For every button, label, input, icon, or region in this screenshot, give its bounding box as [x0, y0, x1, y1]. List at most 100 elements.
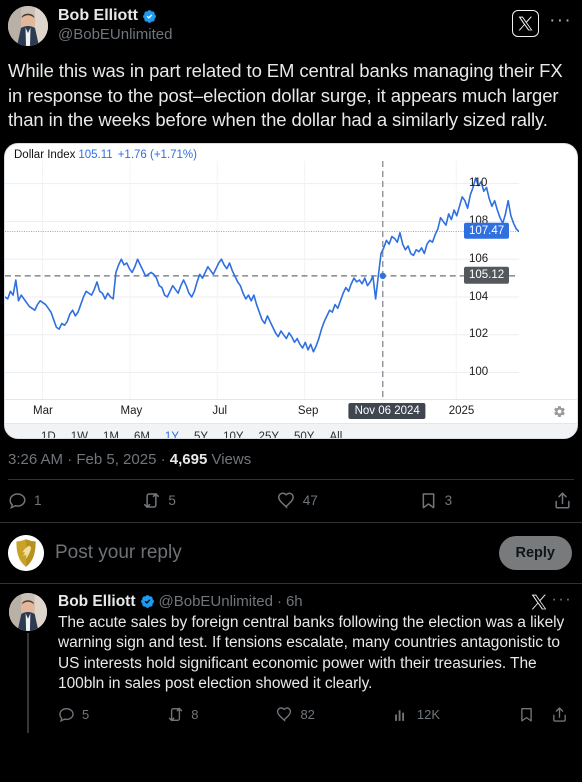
thread-connector-line: [27, 632, 29, 733]
reply-like-count: 82: [300, 707, 315, 722]
chart-title-row: Dollar Index 105.11 +1.76 (+1.71%): [5, 144, 577, 161]
range-button-1y[interactable]: 1Y: [165, 431, 179, 438]
bookmark-button[interactable]: 3: [419, 491, 453, 510]
composer-avatar[interactable]: [8, 534, 44, 571]
reply-count: 1: [34, 493, 42, 508]
reply-text: The acute sales by foreign central banks…: [58, 613, 565, 693]
gold-shield-avatar: [8, 534, 44, 571]
y-axis: 100 102 104 106 108 110 107.47 105.12: [461, 161, 519, 399]
x-axis: Mar May Jul Sep Nov 06 2024 2025: [5, 398, 577, 423]
heart-icon: [277, 492, 294, 509]
x-axis-tick-label: Jul: [212, 404, 228, 417]
views-count: 4,695: [169, 450, 208, 468]
reply-avatar-column: [8, 592, 48, 733]
reply-handle[interactable]: @BobEUnlimited: [159, 593, 273, 610]
avatar-image: [8, 6, 48, 46]
range-button-6m[interactable]: 6M: [134, 431, 150, 438]
views-label: Views: [207, 450, 252, 468]
x-axis-tick-label: May: [120, 404, 143, 417]
x-axis-tick-label: 2025: [448, 404, 475, 417]
price-line-chart: [5, 160, 519, 399]
reply-separator: ·: [276, 593, 282, 610]
bookmark-icon: [521, 708, 532, 722]
reply-body: Bob Elliott @BobEUnlimited · 6h ··· The …: [58, 590, 572, 733]
retweet-count: 5: [168, 493, 176, 508]
gear-icon[interactable]: [553, 405, 566, 418]
display-name[interactable]: Bob Elliott: [58, 7, 138, 25]
x-axis-highlight-label: Nov 06 2024: [348, 402, 426, 419]
share-icon: [555, 492, 570, 509]
reply-display-name[interactable]: Bob Elliott: [58, 593, 136, 611]
y-axis-tick-label: 106: [469, 252, 489, 265]
range-button-10y[interactable]: 10Y: [223, 431, 243, 438]
reply-avatar[interactable]: [9, 592, 47, 631]
reply-icon: [59, 708, 74, 723]
reply-avatar-image: [9, 592, 47, 631]
reply-submit-button[interactable]: Reply: [498, 535, 572, 570]
reply-like-button[interactable]: 82: [276, 706, 315, 723]
y-axis-tick-label: 102: [469, 328, 489, 341]
reply-retweet-count: 8: [191, 707, 199, 722]
y-axis-tick-label: 104: [469, 290, 489, 303]
x-logo-button[interactable]: [512, 10, 540, 37]
y-axis-tick-label: 100: [469, 366, 489, 379]
header-actions: ···: [512, 6, 572, 37]
like-count: 47: [302, 493, 318, 508]
post-header: Bob Elliott @BobEUnlimited ···: [0, 0, 582, 52]
last-price-badge: 107.47: [464, 222, 510, 240]
range-button-25y[interactable]: 25Y: [259, 431, 279, 438]
reply-post: Bob Elliott @BobEUnlimited · 6h ··· The …: [0, 584, 582, 733]
chart-plot-area[interactable]: 100 102 104 106 108 110 107.47 105.12: [5, 160, 519, 399]
chart-change: +1.76 (+1.71%): [117, 148, 197, 161]
marker-price-badge: 105.12: [464, 267, 510, 284]
reply-views-button[interactable]: 12K: [393, 706, 440, 723]
chart-title: Dollar Index: [14, 148, 76, 161]
range-button-50y[interactable]: 50Y: [294, 431, 314, 438]
reply-composer[interactable]: Post your reply Reply: [0, 521, 582, 584]
name-row: Bob Elliott: [58, 7, 512, 25]
y-axis-tick-label: 110: [469, 177, 488, 190]
chart-card[interactable]: Dollar Index 105.11 +1.76 (+1.71%) 100 102 1…: [4, 142, 578, 439]
more-options-icon[interactable]: ···: [549, 11, 572, 32]
chart-quote: 105.11: [78, 148, 113, 161]
retweet-icon: [144, 493, 160, 508]
tweet-detail-page: Bob Elliott @BobEUnlimited ··· While thi…: [0, 0, 582, 782]
reply-input[interactable]: Post your reply: [55, 542, 488, 564]
reply-reply-button[interactable]: 5: [58, 706, 89, 723]
range-button-1w[interactable]: 1W: [71, 431, 88, 438]
reply-icon: [9, 493, 26, 510]
reply-timestamp: 6h: [285, 593, 303, 610]
user-handle[interactable]: @BobEUnlimited: [58, 26, 512, 43]
post-text: While this was in part related to EM cen…: [8, 60, 563, 130]
range-button-1d[interactable]: 1D: [41, 431, 56, 438]
reply-action-bar: 5 8 82 12K: [58, 697, 572, 733]
bookmark-count: 3: [444, 493, 453, 508]
reply-retweet-button[interactable]: 8: [167, 706, 198, 723]
reply-views-count: 12K: [416, 707, 441, 722]
retweet-button[interactable]: 5: [142, 491, 176, 510]
reply-header: Bob Elliott @BobEUnlimited · 6h ···: [58, 590, 572, 611]
avatar[interactable]: [8, 6, 48, 46]
reply-share-button[interactable]: [551, 706, 568, 723]
range-button-1m[interactable]: 1M: [103, 431, 119, 438]
time-range-selector[interactable]: 1D 1W 1M 6M 1Y 5Y 10Y 25Y 50Y All: [5, 422, 577, 438]
post-action-bar: 1 5 47 3: [0, 480, 582, 522]
header-names: Bob Elliott @BobEUnlimited: [58, 6, 512, 44]
like-button[interactable]: 47: [277, 491, 318, 510]
reply-button[interactable]: 1: [8, 491, 42, 510]
reply-bookmark-button[interactable]: [518, 706, 535, 723]
x-logo-icon: [518, 16, 533, 31]
x-axis-tick-label: Sep: [297, 404, 319, 417]
post-metadata: 3:26 AM · Feb 5, 2025 · 4,695 Views: [0, 439, 582, 479]
bookmark-icon: [422, 493, 435, 509]
more-options-icon[interactable]: ···: [551, 590, 572, 608]
retweet-icon: [169, 707, 183, 722]
verified-badge-icon: [140, 595, 154, 608]
share-button[interactable]: [553, 491, 572, 510]
range-button-all[interactable]: All: [329, 431, 342, 438]
analytics-icon: [395, 710, 404, 721]
reply-reply-count: 5: [82, 707, 90, 722]
range-button-5y[interactable]: 5Y: [194, 431, 208, 438]
x-logo-icon[interactable]: [531, 594, 547, 610]
verified-badge-icon: [143, 9, 156, 23]
